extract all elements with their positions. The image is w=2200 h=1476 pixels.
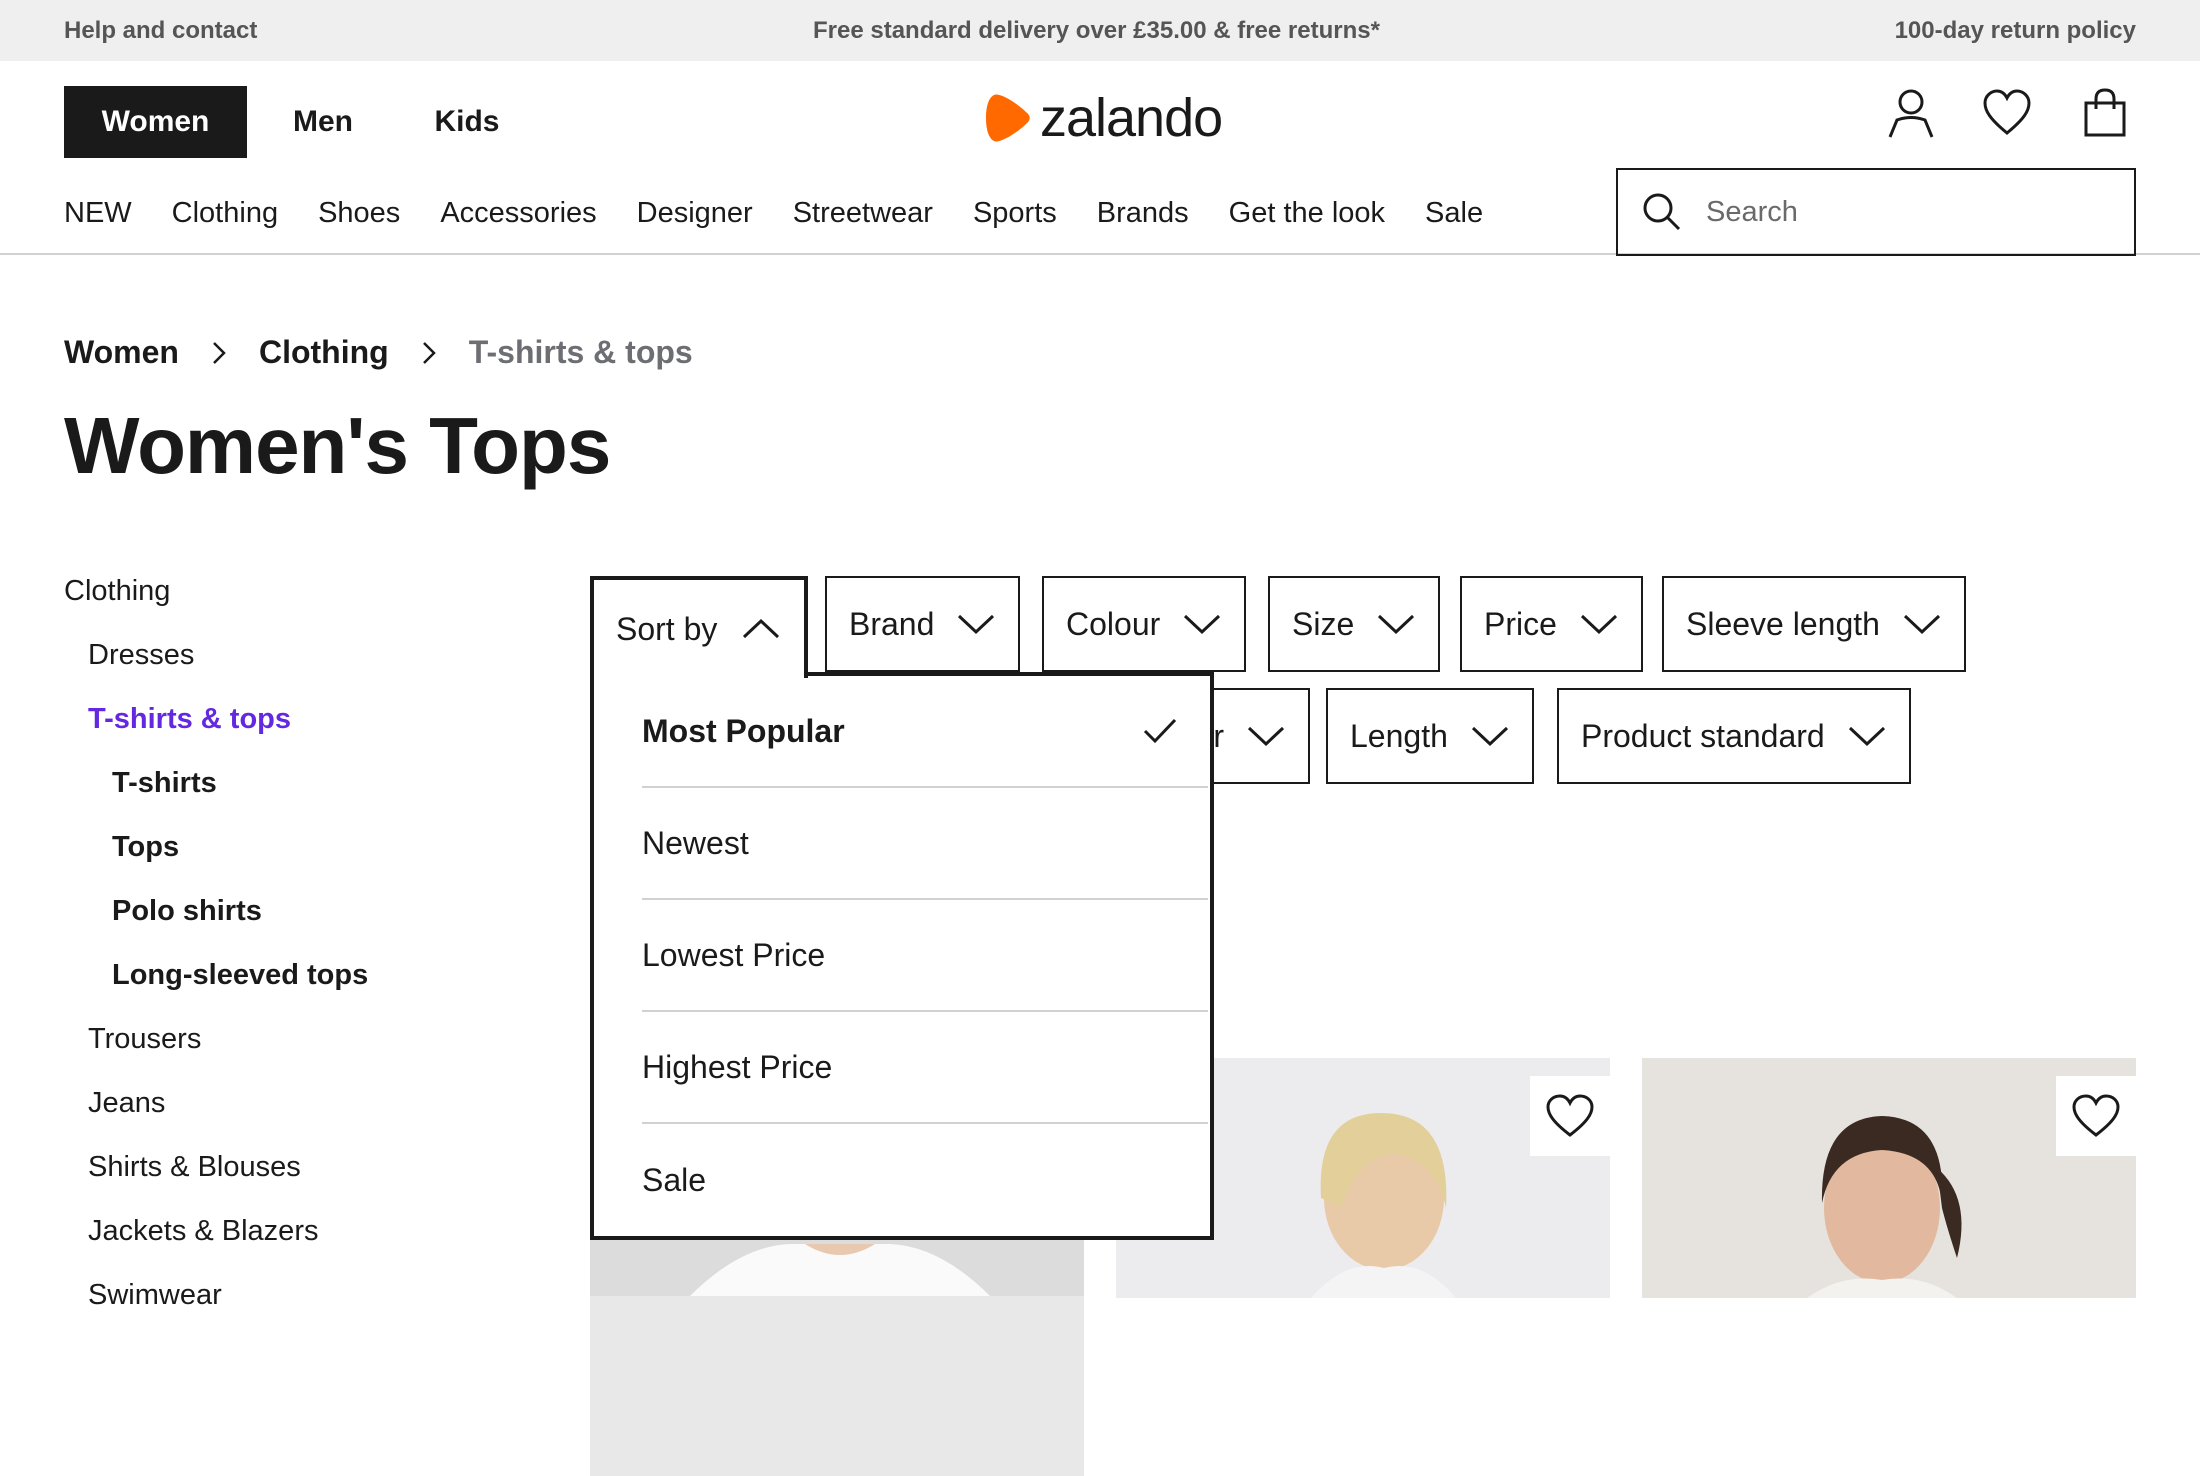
sort-option-label: Most Popular <box>642 712 845 749</box>
breadcrumb-women[interactable]: Women <box>64 334 179 371</box>
filter-label: Colour <box>1066 605 1161 642</box>
sidebar-item-polo-shirts[interactable]: Polo shirts <box>112 895 262 928</box>
sidebar-item-tops[interactable]: Tops <box>112 831 179 864</box>
heart-icon <box>2072 1094 2120 1137</box>
chevron-down-icon <box>1580 614 1617 635</box>
nav-shoes[interactable]: Shoes <box>318 197 400 230</box>
user-icon[interactable] <box>1886 87 1936 139</box>
sort-option-label: Sale <box>642 1161 707 1198</box>
chevron-down-icon <box>1378 614 1415 635</box>
tab-men[interactable]: Men <box>268 86 378 158</box>
wishlist-button[interactable] <box>2056 1076 2136 1156</box>
sort-option-label: Lowest Price <box>642 936 826 973</box>
nav-brands[interactable]: Brands <box>1097 197 1189 230</box>
logo-mark-icon <box>986 94 1030 142</box>
filter-label: Price <box>1484 605 1557 642</box>
filter-sleeve-length[interactable]: Sleeve length <box>1662 576 1966 672</box>
sort-option-label: Newest <box>642 824 749 861</box>
sidebar-item-jeans[interactable]: Jeans <box>88 1087 165 1120</box>
sort-option-sale[interactable]: Sale <box>642 1124 1208 1236</box>
sidebar-item-shirts-blouses[interactable]: Shirts & Blouses <box>88 1151 301 1184</box>
chevron-down-icon <box>1848 726 1885 747</box>
filter-label: r <box>1213 717 1224 754</box>
sidebar-item-jackets-blazers[interactable]: Jackets & Blazers <box>88 1215 318 1248</box>
filter-label: Size <box>1292 605 1355 642</box>
search-box[interactable] <box>1616 168 2136 256</box>
delivery-banner[interactable]: Free standard delivery over £35.00 & fre… <box>813 17 1380 45</box>
heart-icon <box>1546 1094 1594 1137</box>
nav-designer[interactable]: Designer <box>637 197 753 230</box>
sidebar-item-dresses[interactable]: Dresses <box>88 639 194 672</box>
sort-dropdown: Most Popular Newest Lowest Price Highest… <box>590 672 1214 1240</box>
sort-option-label: Highest Price <box>642 1048 833 1085</box>
chevron-down-icon <box>1184 614 1221 635</box>
tab-women[interactable]: Women <box>64 86 247 158</box>
product-image <box>590 1236 1084 1296</box>
sidebar-item-swimwear[interactable]: Swimwear <box>88 1279 222 1312</box>
product-card[interactable] <box>1642 1058 2136 1298</box>
sort-option-highest-price[interactable]: Highest Price <box>642 1012 1208 1124</box>
sidebar-item-tshirts[interactable]: T-shirts <box>112 767 217 800</box>
sidebar-heading-clothing[interactable]: Clothing <box>64 575 170 608</box>
chevron-right-icon <box>422 341 436 364</box>
bag-icon[interactable] <box>2080 87 2130 139</box>
search-icon <box>1643 193 1681 231</box>
search-input[interactable] <box>1706 195 2106 229</box>
breadcrumb-clothing[interactable]: Clothing <box>259 334 389 371</box>
sidebar-item-long-sleeved-tops[interactable]: Long-sleeved tops <box>112 959 368 992</box>
logo-text: zalando <box>1040 88 1223 148</box>
chevron-right-icon <box>213 341 226 364</box>
nav-accessories[interactable]: Accessories <box>440 197 596 230</box>
page-title: Women's Tops <box>64 401 611 490</box>
chevron-up-icon <box>743 618 780 639</box>
nav-sports[interactable]: Sports <box>973 197 1057 230</box>
nav-get-the-look[interactable]: Get the look <box>1229 197 1385 230</box>
breadcrumb: Women Clothing T-shirts & tops <box>64 334 693 371</box>
filter-colour[interactable]: Colour <box>1042 576 1247 672</box>
nav-sale[interactable]: Sale <box>1425 197 1483 230</box>
heart-icon[interactable] <box>1982 87 2032 139</box>
chevron-down-icon <box>1247 726 1285 747</box>
top-info-bar: Help and contact Free standard delivery … <box>0 0 2200 61</box>
filter-product-standard[interactable]: Product standard <box>1557 688 1911 784</box>
sort-option-newest[interactable]: Newest <box>642 788 1208 900</box>
sort-by-button[interactable]: Sort by <box>590 576 808 678</box>
nav-new[interactable]: NEW <box>64 197 132 230</box>
sort-option-most-popular[interactable]: Most Popular <box>642 676 1208 788</box>
filter-length[interactable]: Length <box>1326 688 1534 784</box>
filter-label: Sleeve length <box>1686 605 1880 642</box>
tab-kids[interactable]: Kids <box>412 86 522 158</box>
filter-label: Product standard <box>1581 717 1825 754</box>
filter-label: Brand <box>849 605 935 642</box>
sidebar-item-trousers[interactable]: Trousers <box>88 1023 201 1056</box>
breadcrumb-current: T-shirts & tops <box>468 334 693 370</box>
help-contact-link[interactable]: Help and contact <box>64 17 257 45</box>
chevron-down-icon <box>1471 726 1508 747</box>
checkmark-icon <box>1143 718 1177 744</box>
wishlist-button[interactable] <box>1530 1076 1610 1156</box>
sidebar-item-tshirts-tops[interactable]: T-shirts & tops <box>88 703 291 736</box>
filter-brand[interactable]: Brand <box>825 576 1021 672</box>
return-policy-link[interactable]: 100-day return policy <box>1895 17 2136 45</box>
chevron-down-icon <box>958 614 995 635</box>
nav-clothing[interactable]: Clothing <box>172 197 278 230</box>
filter-size[interactable]: Size <box>1268 576 1441 672</box>
product-card[interactable] <box>590 1236 1084 1476</box>
sort-label: Sort by <box>616 610 718 647</box>
category-nav: NEW Clothing Shoes Accessories Designer … <box>64 197 1523 230</box>
nav-streetwear[interactable]: Streetwear <box>793 197 933 230</box>
chevron-down-icon <box>1903 614 1940 635</box>
sort-option-lowest-price[interactable]: Lowest Price <box>642 900 1208 1012</box>
filter-price[interactable]: Price <box>1460 576 1643 672</box>
zalando-logo[interactable]: zalando <box>984 87 1223 149</box>
filter-label: Length <box>1350 717 1448 754</box>
